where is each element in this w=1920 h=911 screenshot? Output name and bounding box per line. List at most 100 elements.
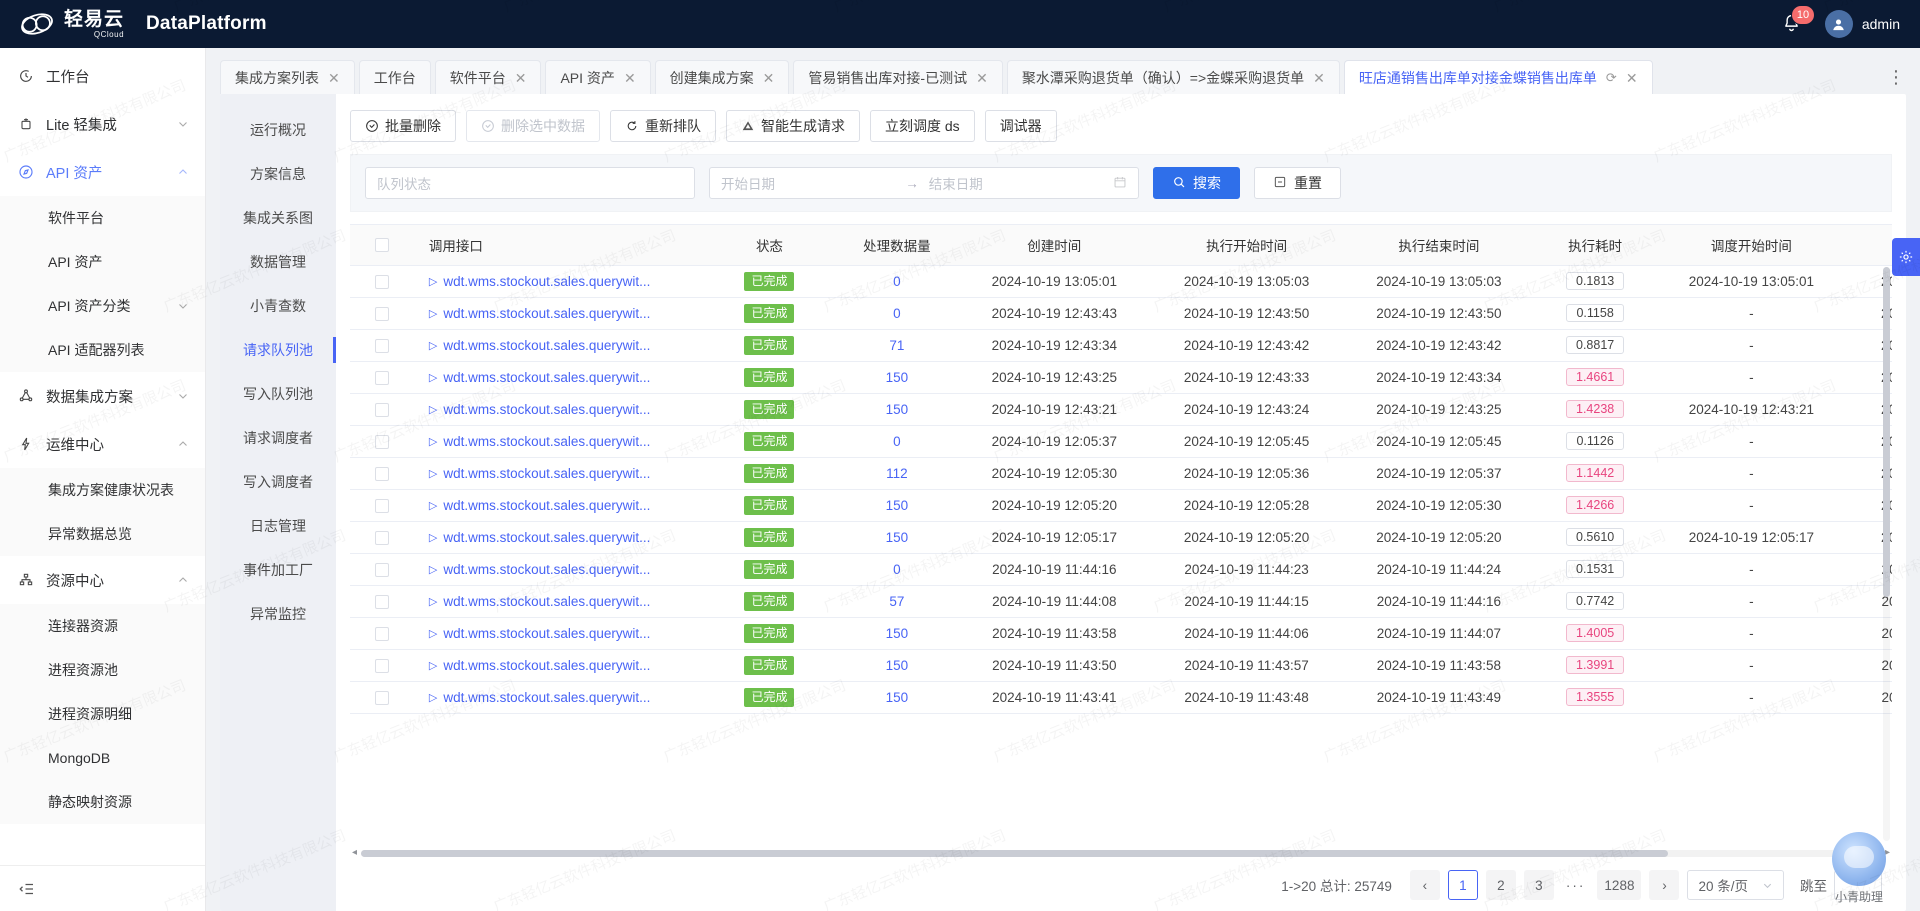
chevron-left-icon[interactable]: ◂	[352, 848, 357, 858]
cell-count[interactable]: 150	[835, 393, 959, 426]
cell-count[interactable]: 150	[835, 649, 959, 682]
sidebar-item-ops-center[interactable]: 运维中心	[0, 420, 205, 468]
requeue-button[interactable]: 重新排队	[610, 110, 716, 142]
sidebar-item-api-adapter-list[interactable]: API 适配器列表	[0, 328, 205, 372]
cell-count[interactable]: 71	[835, 329, 959, 362]
date-range-input[interactable]: 开始日期 → 结束日期	[709, 167, 1139, 199]
col-sched-start[interactable]: 调度开始时间	[1655, 225, 1848, 266]
prev-page-button[interactable]: ‹	[1409, 870, 1440, 900]
tab-more-button[interactable]: ⋮	[1882, 60, 1912, 94]
api-link[interactable]: ▷ wdt.wms.stockout.sales.querywit...	[429, 562, 651, 577]
table-scroll[interactable]: 调用接口 状态 处理数据量 创建时间 执行开始时间 执行结束时间 执行耗时 调度…	[350, 224, 1892, 845]
scrollbar-thumb[interactable]	[361, 849, 1669, 857]
table-row[interactable]: ▷ wdt.wms.stockout.sales.querywit... 已完成 15…	[350, 489, 1892, 522]
reset-button[interactable]: 重置	[1254, 167, 1341, 199]
count-link[interactable]: 150	[886, 530, 909, 545]
table-row[interactable]: ▷ wdt.wms.stockout.sales.querywit... 已完成 15…	[350, 521, 1892, 554]
row-checkbox-cell[interactable]	[350, 585, 415, 618]
table-horizontal-scrollbar[interactable]: ◂ ▸	[350, 847, 1892, 859]
sidebar-item-process-detail[interactable]: 进程资源明细	[0, 692, 205, 736]
count-link[interactable]: 0	[893, 274, 901, 289]
batch-delete-button[interactable]: 批量删除	[350, 110, 456, 142]
table-row[interactable]: ▷ wdt.wms.stockout.sales.querywit... 已完成 15…	[350, 393, 1892, 426]
api-link[interactable]: ▷ wdt.wms.stockout.sales.querywit...	[429, 466, 651, 481]
refresh-icon[interactable]: ⟳	[1606, 70, 1617, 86]
count-link[interactable]: 71	[889, 338, 904, 353]
inner-nav-item-request-queue-pool[interactable]: 请求队列池	[220, 328, 336, 372]
cell-count[interactable]: 57	[835, 585, 959, 618]
brand[interactable]: 轻易云 QCloud DataPlatform	[20, 9, 267, 39]
sidebar-item-api-category[interactable]: API 资产分类	[0, 284, 205, 328]
row-checkbox[interactable]	[375, 466, 390, 481]
cell-api[interactable]: ▷ wdt.wms.stockout.sales.querywit...	[414, 521, 704, 554]
api-link[interactable]: ▷ wdt.wms.stockout.sales.querywit...	[429, 306, 651, 321]
cell-count[interactable]: 0	[835, 553, 959, 586]
row-checkbox-cell[interactable]	[350, 617, 415, 650]
tab-jushuitan-return[interactable]: 聚水潭采购退货单（确认）=>金蝶采购退货单 ✕	[1006, 60, 1340, 94]
tab-integration-list[interactable]: 集成方案列表 ✕	[220, 60, 355, 94]
inner-nav-item-write-scheduler[interactable]: 写入调度者	[220, 460, 336, 504]
sidebar-item-resource-center[interactable]: 资源中心	[0, 556, 205, 604]
assistant-widget[interactable]: 小青助理	[1816, 832, 1902, 905]
count-link[interactable]: 150	[886, 370, 909, 385]
page-size-select[interactable]: 20 条/页	[1687, 870, 1784, 900]
tab-wangdiantong-stockout[interactable]: 旺店通销售出库单对接金蝶销售出库单 ⟳ ✕	[1343, 60, 1653, 94]
table-row[interactable]: ▷ wdt.wms.stockout.sales.querywit... 已完成 15…	[350, 649, 1892, 682]
sidebar-item-health-table[interactable]: 集成方案健康状况表	[0, 468, 205, 512]
cell-api[interactable]: ▷ wdt.wms.stockout.sales.querywit...	[414, 585, 704, 618]
row-checkbox[interactable]	[375, 370, 390, 385]
col-count[interactable]: 处理数据量	[835, 225, 959, 266]
row-checkbox[interactable]	[375, 306, 390, 321]
table-row[interactable]: ▷ wdt.wms.stockout.sales.querywit... 已完成 0 2…	[350, 425, 1892, 458]
cell-count[interactable]: 150	[835, 521, 959, 554]
tab-workbench[interactable]: 工作台	[358, 60, 431, 94]
api-link[interactable]: ▷ wdt.wms.stockout.sales.querywit...	[429, 498, 651, 513]
cell-api[interactable]: ▷ wdt.wms.stockout.sales.querywit...	[414, 681, 704, 714]
sidebar-item-data-integration[interactable]: 数据集成方案	[0, 372, 205, 420]
notifications-button[interactable]: 10	[1781, 5, 1816, 35]
cell-count[interactable]: 0	[835, 297, 959, 330]
row-checkbox-cell[interactable]	[350, 521, 415, 554]
cell-count[interactable]: 150	[835, 489, 959, 522]
queue-status-input[interactable]: 队列状态	[365, 167, 695, 199]
inner-nav-item-write-queue-pool[interactable]: 写入队列池	[220, 372, 336, 416]
table-row[interactable]: ▷ wdt.wms.stockout.sales.querywit... 已完成 0 2…	[350, 553, 1892, 586]
inner-nav-item-relation-graph[interactable]: 集成关系图	[220, 196, 336, 240]
cell-count[interactable]: 150	[835, 361, 959, 394]
tab-api-asset[interactable]: API 资产 ✕	[545, 60, 651, 94]
count-link[interactable]: 0	[893, 306, 901, 321]
table-row[interactable]: ▷ wdt.wms.stockout.sales.querywit... 已完成 15…	[350, 361, 1892, 394]
select-all-checkbox[interactable]	[375, 238, 390, 253]
count-link[interactable]: 0	[893, 562, 901, 577]
scrollbar-thumb[interactable]	[1883, 267, 1890, 597]
count-link[interactable]: 150	[886, 690, 909, 705]
count-link[interactable]: 150	[886, 498, 909, 513]
inner-nav-item-log-management[interactable]: 日志管理	[220, 504, 336, 548]
inner-nav-item-abnormal-monitor[interactable]: 异常监控	[220, 592, 336, 636]
close-icon[interactable]: ✕	[515, 71, 527, 85]
page-ellipsis[interactable]: ···	[1562, 878, 1590, 893]
row-checkbox-cell[interactable]	[350, 361, 415, 394]
count-link[interactable]: 150	[886, 658, 909, 673]
sidebar-item-process-pool[interactable]: 进程资源池	[0, 648, 205, 692]
api-link[interactable]: ▷ wdt.wms.stockout.sales.querywit...	[429, 594, 651, 609]
sidebar-collapse-button[interactable]	[0, 865, 205, 911]
row-checkbox[interactable]	[375, 530, 390, 545]
user-menu[interactable]: admin	[1824, 10, 1900, 38]
row-checkbox-cell[interactable]	[350, 297, 415, 330]
count-link[interactable]: 0	[893, 434, 901, 449]
api-link[interactable]: ▷ wdt.wms.stockout.sales.querywit...	[429, 370, 651, 385]
page-button-3[interactable]: 3	[1523, 870, 1554, 900]
row-checkbox[interactable]	[375, 498, 390, 513]
table-row[interactable]: ▷ wdt.wms.stockout.sales.querywit... 已完成 71…	[350, 329, 1892, 362]
close-icon[interactable]: ✕	[1313, 71, 1325, 85]
close-icon[interactable]: ✕	[1626, 71, 1638, 85]
delete-selected-button[interactable]: 删除选中数据	[466, 110, 600, 142]
cell-api[interactable]: ▷ wdt.wms.stockout.sales.querywit...	[414, 393, 704, 426]
smart-generate-request-button[interactable]: 智能生成请求	[726, 110, 860, 142]
row-checkbox-cell[interactable]	[350, 265, 415, 298]
debugger-button[interactable]: 调试器	[984, 110, 1057, 142]
count-link[interactable]: 57	[889, 594, 904, 609]
inner-nav-item-request-scheduler[interactable]: 请求调度者	[220, 416, 336, 460]
table-row[interactable]: ▷ wdt.wms.stockout.sales.querywit... 已完成 0 2…	[350, 297, 1892, 330]
